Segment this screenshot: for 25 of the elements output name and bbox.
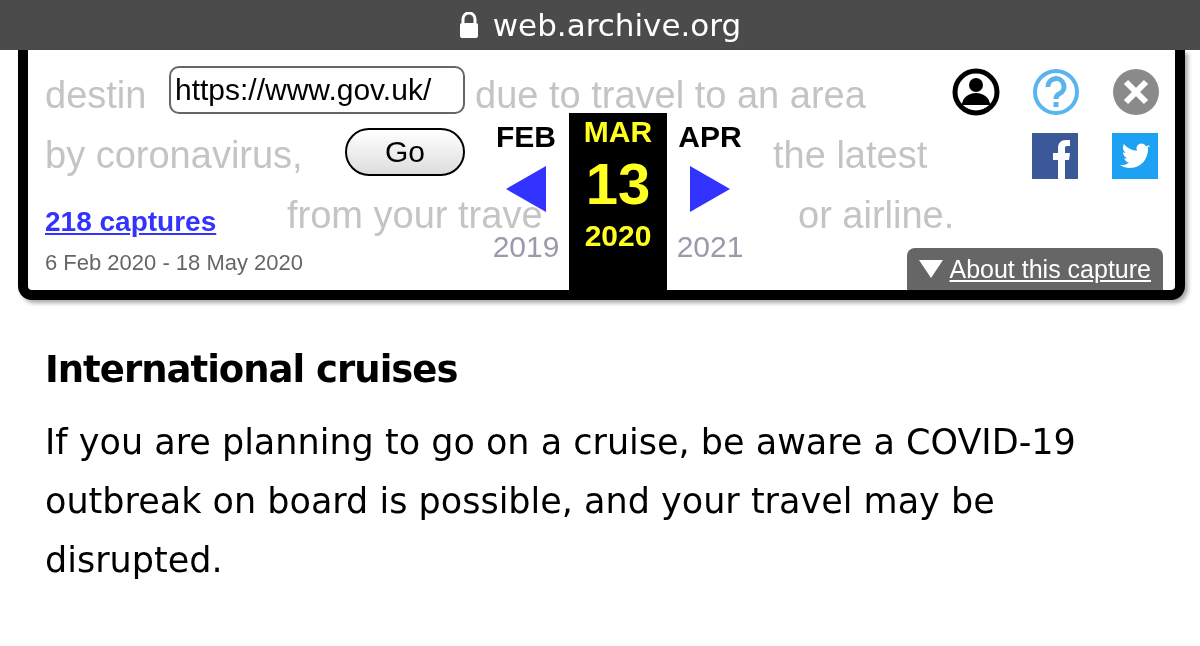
user-icon[interactable] <box>952 68 1000 116</box>
twitter-icon[interactable] <box>1112 133 1158 179</box>
page-text: destin <box>45 76 147 114</box>
close-icon[interactable] <box>1112 68 1160 116</box>
month-label[interactable]: FEB <box>496 120 556 154</box>
go-button[interactable]: Go <box>345 128 465 176</box>
page-text: or airline. <box>798 196 955 234</box>
year-label[interactable]: 2020 <box>584 219 652 253</box>
facebook-icon[interactable] <box>1032 133 1078 179</box>
page-text: the latest <box>773 136 928 174</box>
page-text: by coronavirus, <box>45 136 303 174</box>
url-field[interactable]: https://www.gov.uk/ <box>169 66 465 114</box>
page-text: due to travel to an area <box>475 76 866 114</box>
date-range: 6 Feb 2020 - 18 May 2020 <box>45 250 304 276</box>
month-label[interactable]: MAR <box>583 115 653 149</box>
lock-icon <box>458 12 479 38</box>
section-paragraph: If you are planning to go on a cruise, be aware a COVID-19 outbreak on board is possible, and your travel may be disrupted. <box>45 421 1077 582</box>
site-address[interactable]: web.archive.org <box>492 7 742 43</box>
day-label: 13 <box>585 150 651 218</box>
month-label[interactable]: APR <box>678 120 742 154</box>
about-capture-button[interactable]: About this capture <box>907 248 1163 290</box>
section-heading: International cruises <box>45 348 459 391</box>
caret-icon <box>919 260 944 278</box>
next-arrow-icon[interactable] <box>690 166 730 212</box>
captures-link[interactable]: 218 captures <box>45 206 217 238</box>
